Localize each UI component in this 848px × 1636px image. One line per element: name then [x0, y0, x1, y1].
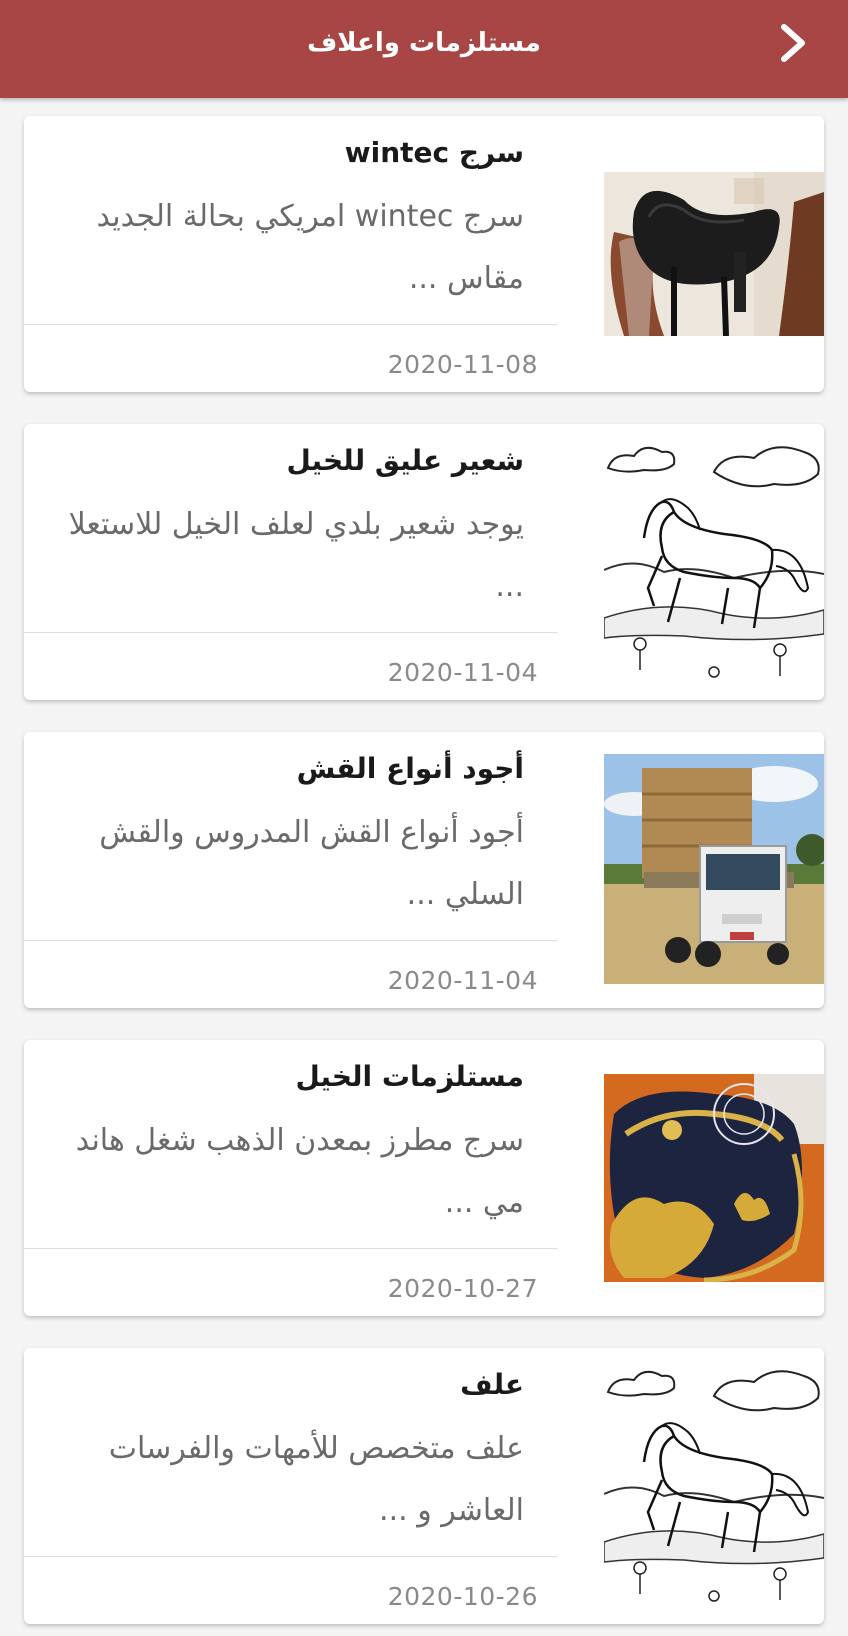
- chevron-right-icon: [781, 24, 805, 62]
- listing-description: يوجد شعير بلدي لعلف الخيل للاستعلا ...: [68, 507, 524, 604]
- app-bar: مستلزمات واعلاف: [0, 0, 848, 98]
- card-divider: [24, 1556, 558, 1557]
- listing-description: سرج wintec امريكي بحالة الجديد مقاس ...: [96, 199, 524, 296]
- listing-image-gold-saddle: [604, 1074, 824, 1282]
- listing-card[interactable]: علف علف متخصص للأمهات والفرسات العاشر و …: [24, 1348, 824, 1624]
- listing-title: مستلزمات الخيل: [295, 1060, 524, 1093]
- listing-image-horse-sketch: [604, 1362, 824, 1608]
- back-button[interactable]: [764, 14, 822, 72]
- listing-date: 2020-10-26: [387, 1582, 538, 1611]
- listing-image-horse-sketch: [604, 438, 824, 684]
- listing-image-saddle: [604, 172, 824, 336]
- listing-card[interactable]: سرج wintec سرج wintec امريكي بحالة الجدي…: [24, 116, 824, 392]
- card-divider: [24, 632, 558, 633]
- listing-card[interactable]: مستلزمات الخيل سرج مطرز بمعدن الذهب شغل …: [24, 1040, 824, 1316]
- listing-title: أجود أنواع القش: [296, 752, 524, 785]
- listing-title: سرج wintec: [344, 136, 524, 169]
- card-divider: [24, 1248, 558, 1249]
- listing-image-hay-truck: [604, 754, 824, 984]
- listing-date: 2020-11-04: [387, 966, 538, 995]
- listing-list: سرج wintec سرج wintec امريكي بحالة الجدي…: [0, 0, 848, 1636]
- listing-date: 2020-11-08: [387, 350, 538, 379]
- page-title: مستلزمات واعلاف: [307, 28, 541, 58]
- listing-card[interactable]: شعير عليق للخيل يوجد شعير بلدي لعلف الخي…: [24, 424, 824, 700]
- listing-description: سرج مطرز بمعدن الذهب شغل هاند مي ...: [75, 1123, 524, 1220]
- listing-description: علف متخصص للأمهات والفرسات العاشر و ...: [108, 1431, 524, 1528]
- listing-title: شعير عليق للخيل: [286, 444, 524, 477]
- card-divider: [24, 324, 558, 325]
- listing-card[interactable]: أجود أنواع القش أجود أنواع القش المدروس …: [24, 732, 824, 1008]
- listing-title: علف: [460, 1368, 524, 1401]
- listing-description: أجود أنواع القش المدروس والقش السلي ...: [99, 815, 524, 912]
- card-divider: [24, 940, 558, 941]
- listing-date: 2020-11-04: [387, 658, 538, 687]
- listing-date: 2020-10-27: [387, 1274, 538, 1303]
